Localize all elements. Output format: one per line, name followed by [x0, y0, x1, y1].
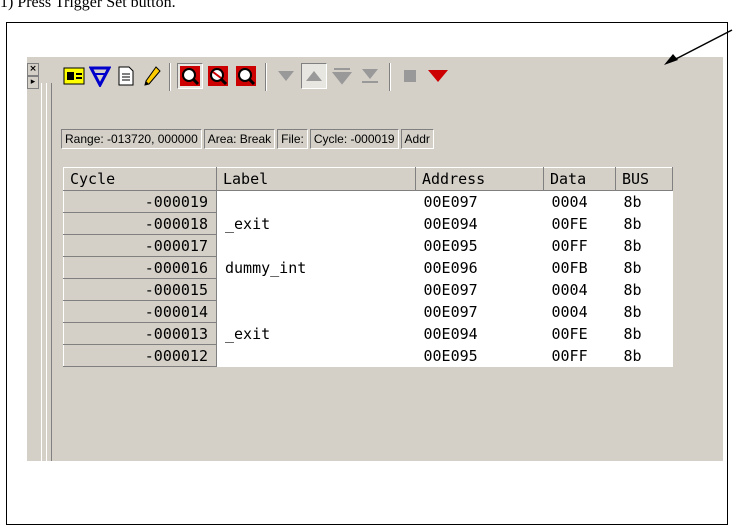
cell-cycle: -000019 — [63, 190, 217, 213]
jump-bottom-icon[interactable] — [357, 63, 383, 89]
cell-bus: 8b — [615, 190, 673, 213]
cell-data: 00FF — [543, 234, 616, 257]
cell-cycle: -000018 — [63, 212, 217, 235]
callout-arrow — [660, 28, 733, 85]
cell-address: 00E096 — [415, 256, 544, 279]
cell-bus: 8b — [615, 256, 673, 279]
cell-data: 0004 — [543, 300, 616, 323]
toolbar-separator — [265, 63, 267, 91]
cell-label: _exit — [216, 322, 416, 345]
cell-data: 00FF — [543, 344, 616, 367]
column-header-address[interactable]: Address — [415, 167, 544, 191]
toolbar-grip-inner — [46, 83, 52, 461]
cell-label — [216, 190, 416, 213]
table-row[interactable]: -000012 00E095 00FF 8b — [63, 344, 673, 367]
table-header-row: Cycle Label Address Data BUS — [63, 167, 673, 191]
cell-bus: 8b — [615, 300, 673, 323]
cell-address: 00E094 — [415, 322, 544, 345]
toolbar-separator — [169, 63, 171, 91]
trigger-set-icon[interactable] — [425, 63, 451, 89]
table-row[interactable]: -000019 00E097 0004 8b — [63, 190, 673, 213]
column-header-bus[interactable]: BUS — [615, 167, 673, 191]
cell-cycle: -000012 — [63, 344, 217, 367]
stop-icon[interactable] — [397, 63, 423, 89]
cell-label: dummy_int — [216, 256, 416, 279]
table-row[interactable]: -000013 _exit 00E094 00FE 8b — [63, 322, 673, 345]
cell-address: 00E097 — [415, 300, 544, 323]
status-address: Addr — [400, 129, 434, 149]
cell-cycle: -000013 — [63, 322, 217, 345]
status-area: Area: Break — [203, 129, 276, 149]
trace-search-icon[interactable] — [233, 63, 259, 89]
cell-label — [216, 278, 416, 301]
table-row[interactable]: -000018 _exit 00E094 00FE 8b — [63, 212, 673, 235]
status-bar: Range: -013720, 000000 Area: Break File:… — [61, 129, 436, 149]
instruction-text: 1) Press Trigger Set button. — [0, 0, 176, 11]
move-down-icon[interactable] — [273, 63, 299, 89]
cell-address: 00E097 — [415, 190, 544, 213]
cell-data: 00FB — [543, 256, 616, 279]
cell-bus: 8b — [615, 344, 673, 367]
toolbar-separator — [389, 63, 391, 91]
cell-address: 00E094 — [415, 212, 544, 235]
status-file: File: — [277, 129, 308, 149]
table-row[interactable]: -000014 00E097 0004 8b — [63, 300, 673, 323]
close-icon[interactable]: × — [27, 63, 39, 76]
cell-bus: 8b — [615, 212, 673, 235]
filter-icon[interactable] — [87, 63, 113, 89]
move-up-icon[interactable] — [301, 63, 327, 89]
cell-address: 00E095 — [415, 234, 544, 257]
column-header-cycle[interactable]: Cycle — [63, 167, 217, 191]
cell-bus: 8b — [615, 322, 673, 345]
jump-down-icon[interactable] — [329, 63, 355, 89]
cell-label — [216, 344, 416, 367]
cell-cycle: -000017 — [63, 234, 217, 257]
cell-label — [216, 234, 416, 257]
cell-cycle: -000015 — [63, 278, 217, 301]
cell-data: 00FE — [543, 212, 616, 235]
cell-label: _exit — [216, 212, 416, 235]
pencil-icon[interactable] — [139, 63, 165, 89]
cell-cycle: -000016 — [63, 256, 217, 279]
cell-address: 00E095 — [415, 344, 544, 367]
cell-bus: 8b — [615, 278, 673, 301]
expand-icon[interactable]: ▸ — [27, 76, 39, 89]
status-range: Range: -013720, 000000 — [61, 129, 202, 149]
table-row[interactable]: -000017 00E095 00FF 8b — [63, 234, 673, 257]
document-icon[interactable] — [113, 63, 139, 89]
cell-data: 0004 — [543, 278, 616, 301]
cell-address: 00E097 — [415, 278, 544, 301]
table-row[interactable]: -000015 00E097 0004 8b — [63, 278, 673, 301]
cell-label — [216, 300, 416, 323]
trace-on-icon[interactable] — [177, 63, 203, 89]
table-row[interactable]: -000016 dummy_int 00E096 00FB 8b — [63, 256, 673, 279]
window-side-controls: × ▸ — [27, 57, 39, 461]
trace-off-icon[interactable] — [205, 63, 231, 89]
format-icon[interactable] — [61, 63, 87, 89]
cell-data: 00FE — [543, 322, 616, 345]
column-header-label[interactable]: Label — [216, 167, 416, 191]
cell-bus: 8b — [615, 234, 673, 257]
column-header-data[interactable]: Data — [543, 167, 616, 191]
status-cycle: Cycle: -000019 — [309, 129, 399, 149]
trace-table: Cycle Label Address Data BUS -000019 00E0… — [63, 167, 673, 367]
cell-data: 0004 — [543, 190, 616, 213]
cell-cycle: -000014 — [63, 300, 217, 323]
trace-toolbar — [49, 57, 723, 97]
